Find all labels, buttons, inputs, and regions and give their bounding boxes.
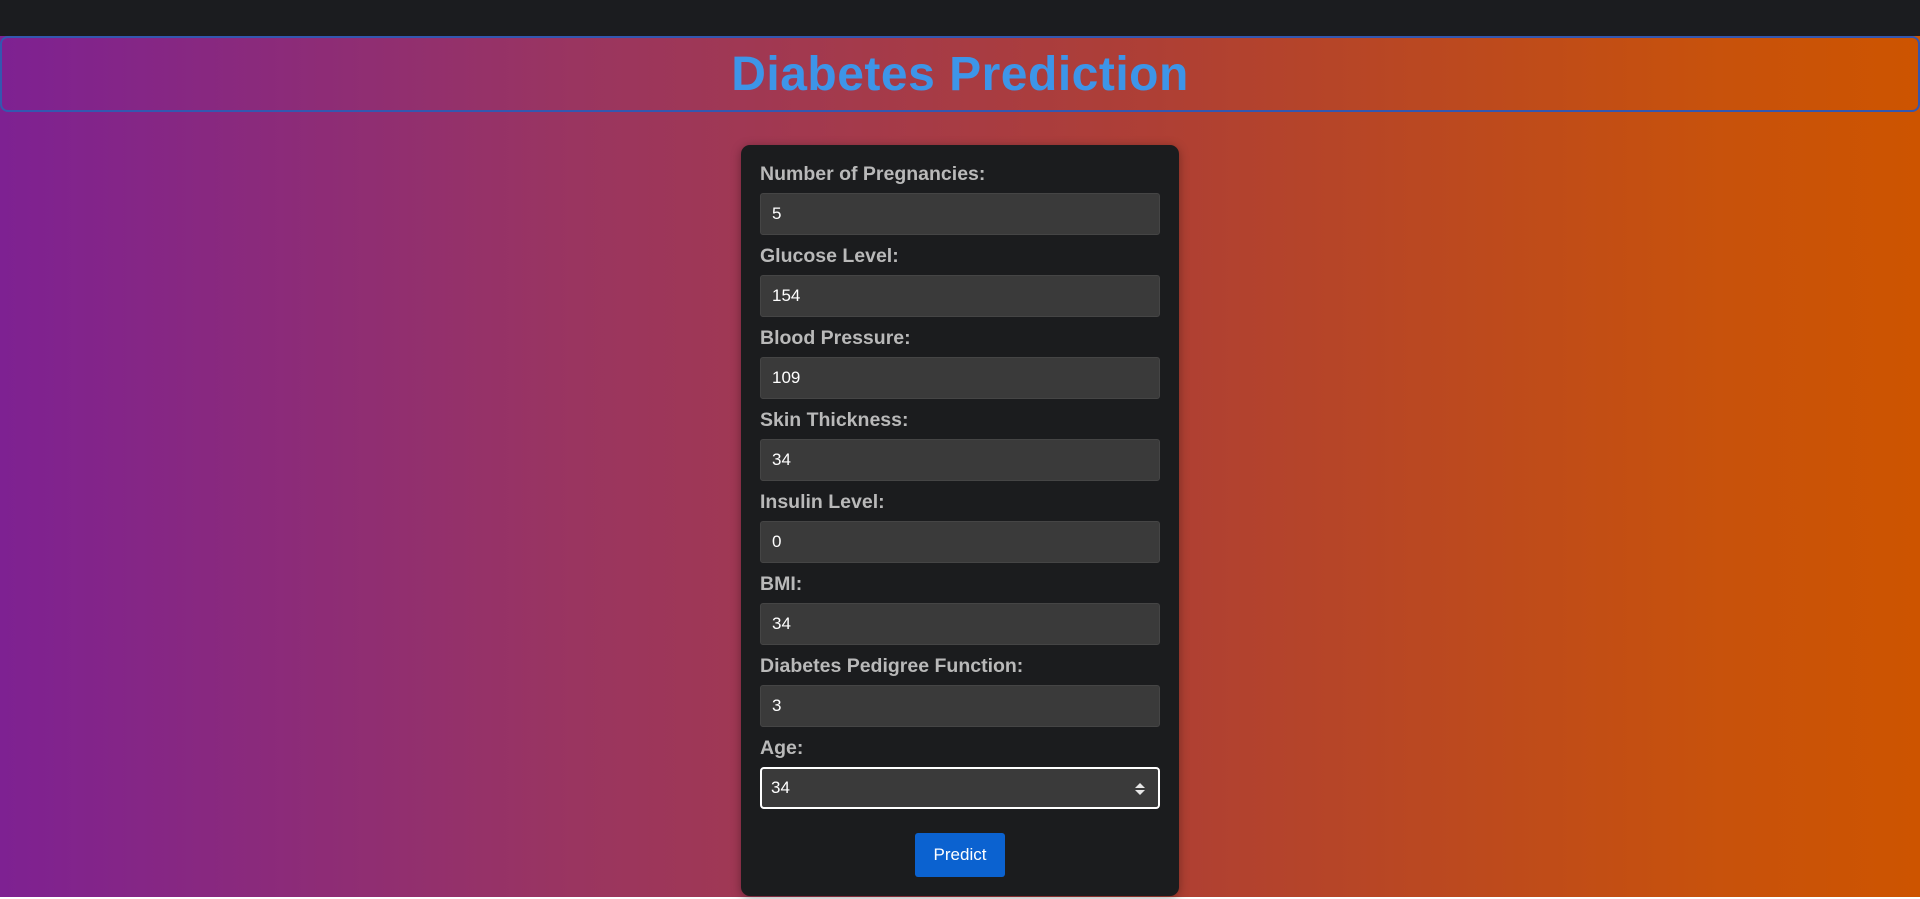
blood-pressure-label: Blood Pressure: [760, 327, 911, 349]
pedigree-input-box[interactable] [760, 685, 1160, 727]
pedigree-label: Diabetes Pedigree Function: [760, 655, 1024, 677]
glucose-input-box[interactable] [760, 275, 1160, 317]
skin-thickness-label: Skin Thickness: [760, 409, 909, 431]
bmi-label: BMI: [760, 573, 803, 595]
page-title: Diabetes Prediction [731, 47, 1189, 101]
page-header: Diabetes Prediction [0, 36, 1920, 112]
prediction-form: Number of Pregnancies: Glucose Level: Bl… [741, 145, 1179, 896]
predict-button[interactable]: Predict [915, 833, 1005, 877]
browser-top-bar [0, 0, 1920, 36]
pedigree-field: Diabetes Pedigree Function: [760, 655, 1160, 727]
glucose-input[interactable] [761, 276, 1159, 316]
pedigree-input[interactable] [761, 686, 1159, 726]
bmi-input[interactable] [761, 604, 1159, 644]
blood-pressure-field: Blood Pressure: [760, 327, 1160, 399]
skin-thickness-field: Skin Thickness: [760, 409, 1160, 481]
pregnancies-label: Number of Pregnancies: [760, 163, 986, 185]
skin-thickness-input-box[interactable] [760, 439, 1160, 481]
insulin-field: Insulin Level: [760, 491, 1160, 563]
insulin-label: Insulin Level: [760, 491, 885, 513]
spinner-arrows-icon[interactable] [1134, 781, 1146, 797]
skin-thickness-input[interactable] [761, 440, 1159, 480]
pregnancies-input[interactable] [761, 194, 1159, 234]
pregnancies-field: Number of Pregnancies: [760, 163, 1160, 235]
blood-pressure-input[interactable] [761, 358, 1159, 398]
bmi-field: BMI: [760, 573, 1160, 645]
glucose-field: Glucose Level: [760, 245, 1160, 317]
age-label: Age: [760, 737, 804, 759]
age-input[interactable] [762, 769, 1158, 807]
insulin-input[interactable] [761, 522, 1159, 562]
glucose-label: Glucose Level: [760, 245, 899, 267]
insulin-input-box[interactable] [760, 521, 1160, 563]
pregnancies-input-box[interactable] [760, 193, 1160, 235]
age-field: Age: [760, 737, 1160, 809]
age-input-box[interactable] [760, 767, 1160, 809]
blood-pressure-input-box[interactable] [760, 357, 1160, 399]
bmi-input-box[interactable] [760, 603, 1160, 645]
